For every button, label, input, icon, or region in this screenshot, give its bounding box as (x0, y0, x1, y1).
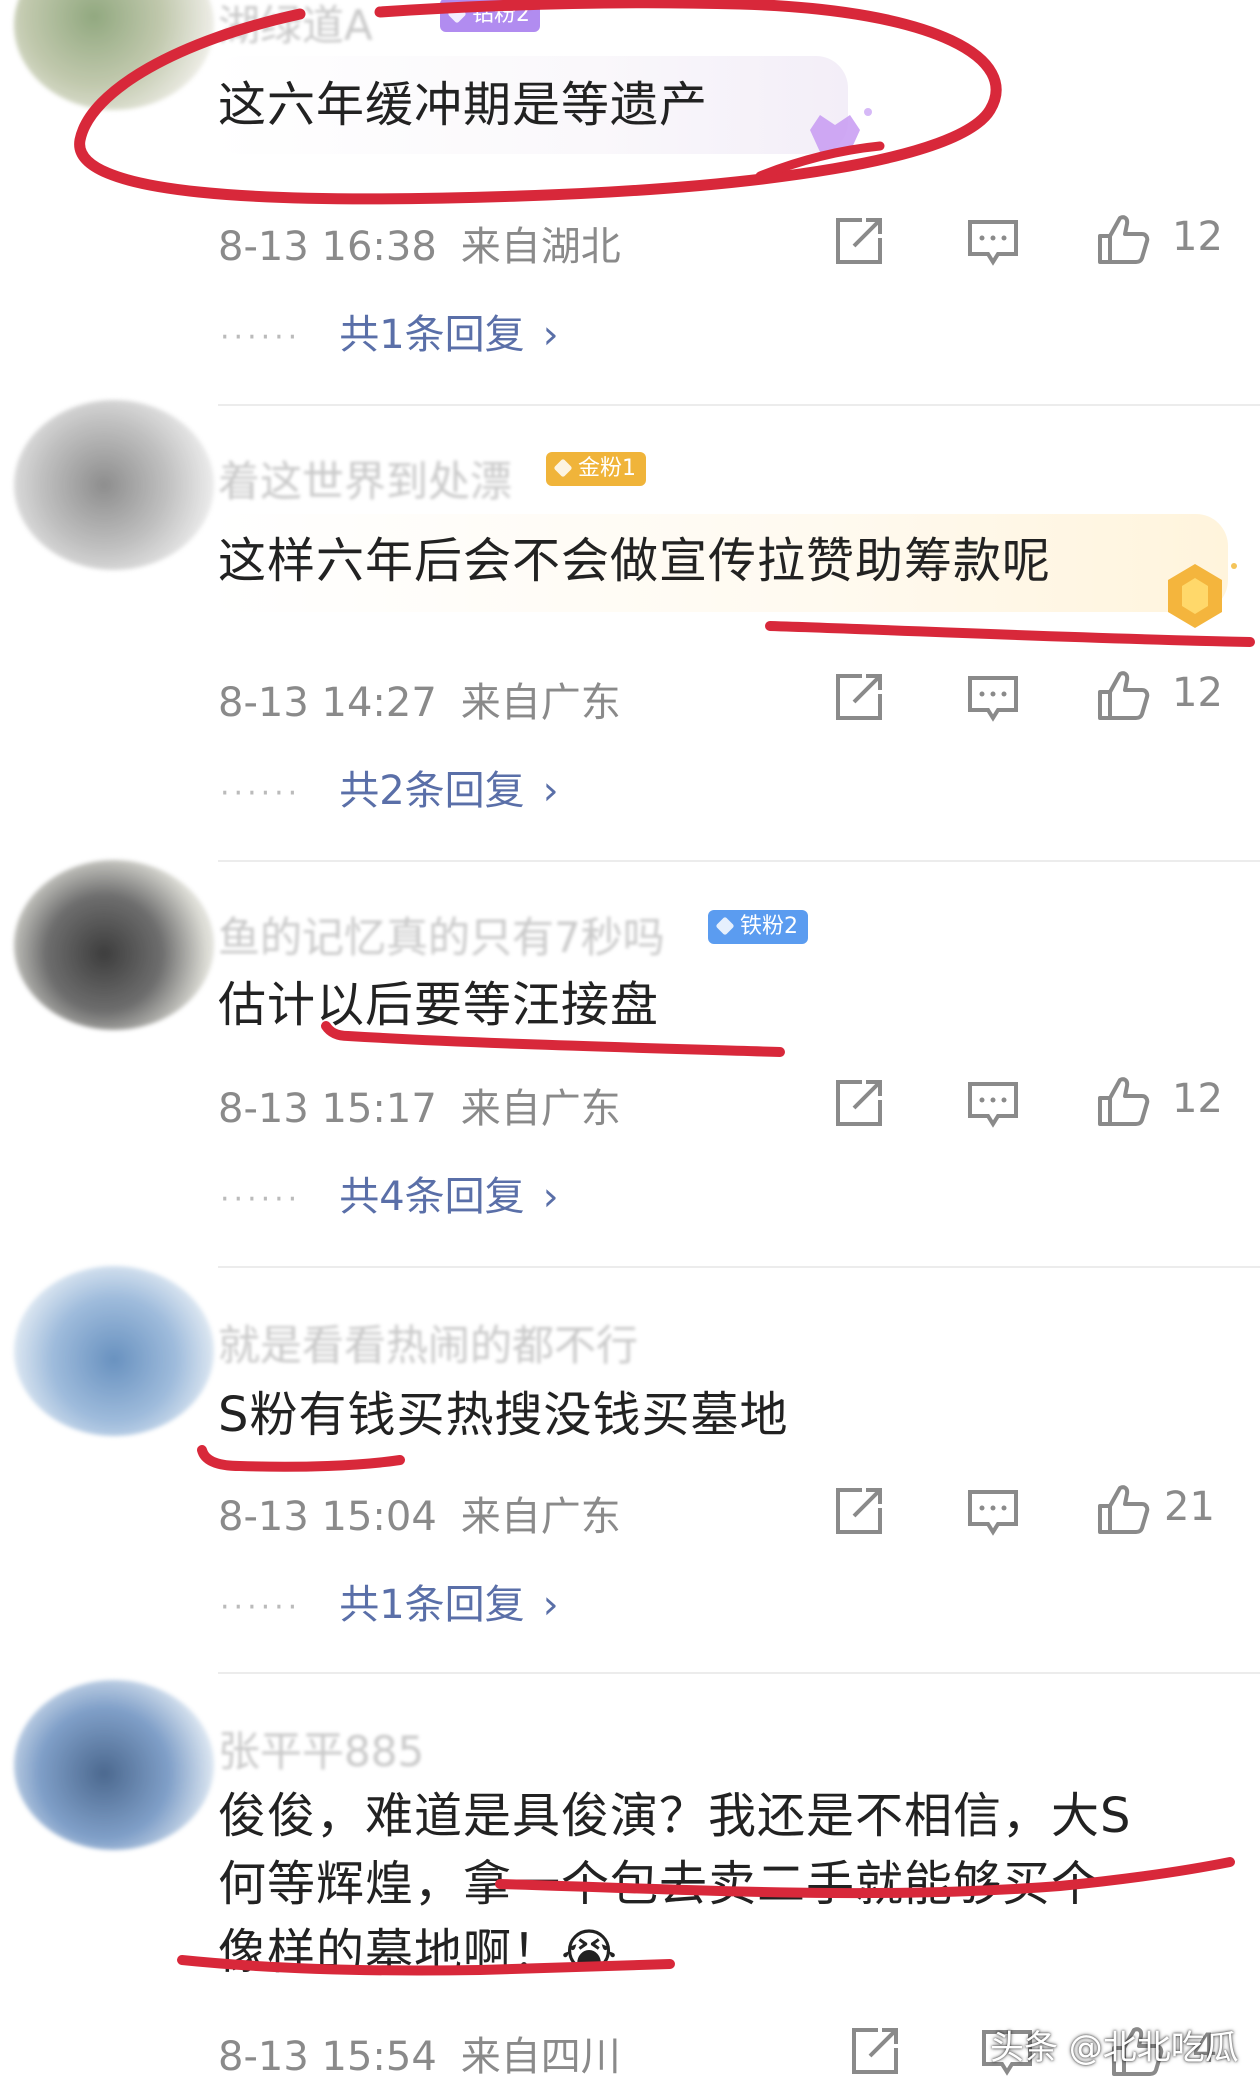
replies-count[interactable]: 共4条回复 (339, 1174, 524, 1220)
red-underline-annotation (197, 1445, 405, 1472)
comment-time: 8-13 16:38 (218, 224, 437, 270)
username[interactable]: 湖绿道A (218, 0, 373, 53)
thumbs-up-icon[interactable] (1096, 1482, 1150, 1536)
divider (218, 404, 1260, 406)
comment-time: 8-13 15:17 (218, 1086, 437, 1132)
chevron-right-icon: › (542, 312, 559, 358)
dots: ······ (220, 319, 302, 355)
replies-count[interactable]: 共1条回复 (339, 1582, 524, 1628)
thumbs-up-icon[interactable] (1096, 1074, 1150, 1128)
comment-meta: 8-13 16:38 来自湖北 (218, 214, 621, 272)
avatar[interactable] (14, 1680, 214, 1850)
avatar[interactable] (14, 860, 214, 1030)
comment-text: 估计以后要等汪接盘 (218, 977, 660, 1033)
comment-text: 这六年缓冲期是等遗产 (218, 77, 709, 133)
bubble-decoration-icon (810, 108, 872, 152)
comment-meta: 8-13 15:04 来自广东 (218, 1484, 621, 1542)
comment-location: 来自四川 (460, 2034, 621, 2080)
comment-location: 来自广东 (460, 1086, 621, 1132)
like-count: 21 (1164, 1484, 1215, 1530)
fan-badge-label: 钻粉2 (472, 2, 530, 27)
comment-time: 8-13 15:04 (218, 1494, 437, 1540)
replies-count[interactable]: 共1条回复 (339, 312, 524, 358)
comment-time: 8-13 14:27 (218, 680, 437, 726)
comment-location: 来自广东 (460, 1494, 621, 1540)
divider (218, 1266, 1260, 1268)
like-count: 12 (1172, 214, 1223, 260)
share-icon[interactable] (832, 214, 886, 268)
avatar[interactable] (14, 400, 214, 570)
gold-medal-icon (1168, 563, 1237, 628)
chevron-right-icon: › (542, 1174, 559, 1220)
comment-icon[interactable] (966, 1484, 1020, 1538)
diamond-icon (715, 916, 735, 936)
comment-text: 这样六年后会不会做宣传拉赞助筹款呢 (218, 533, 1052, 589)
comment-icon[interactable] (966, 670, 1020, 724)
like-count: 12 (1172, 670, 1223, 716)
replies-count[interactable]: 共2条回复 (339, 768, 524, 814)
comment-time: 8-13 15:54 (218, 2034, 437, 2080)
diamond-icon (447, 4, 467, 24)
comment-meta: 8-13 14:27 来自广东 (218, 670, 621, 728)
thumbs-up-icon[interactable] (1096, 212, 1150, 266)
dots: ······ (220, 1181, 302, 1217)
username[interactable]: 鱼的记忆真的只有7秒吗 (218, 904, 665, 965)
comment-location: 来自湖北 (460, 224, 621, 270)
watermark: 头条 @北北吃瓜 (990, 2028, 1239, 2068)
share-icon[interactable] (832, 1484, 886, 1538)
view-replies-link[interactable]: ······ 共1条回复 › (220, 302, 559, 360)
crown-icon (553, 458, 573, 478)
fan-badge-label: 金粉1 (578, 456, 636, 481)
comment-location: 来自广东 (460, 680, 621, 726)
fan-badge-label: 铁粉2 (740, 914, 798, 939)
view-replies-link[interactable]: ······ 共2条回复 › (220, 758, 559, 816)
fan-badge: 金粉1 (546, 452, 646, 486)
divider (218, 860, 1260, 862)
username[interactable]: 着这世界到处漂 (218, 448, 512, 509)
comment-meta: 8-13 15:17 来自广东 (218, 1076, 621, 1134)
dots: ······ (220, 1589, 302, 1625)
comment-text: S粉有钱买热搜没钱买墓地 (218, 1387, 789, 1443)
divider (218, 1672, 1260, 1674)
dots: ······ (220, 775, 302, 811)
share-icon[interactable] (832, 1076, 886, 1130)
fan-badge: 钻粉2 (440, 0, 540, 32)
username[interactable]: 张平平885 (218, 1718, 424, 1779)
chevron-right-icon: › (542, 1582, 559, 1628)
like-count: 12 (1172, 1076, 1223, 1122)
view-replies-link[interactable]: ······ 共1条回复 › (220, 1572, 559, 1630)
chevron-right-icon: › (542, 768, 559, 814)
comment-meta: 8-13 15:54 来自四川 (218, 2024, 621, 2082)
comment-icon[interactable] (966, 1076, 1020, 1130)
avatar[interactable] (14, 1266, 214, 1436)
username[interactable]: 就是看看热闹的都不行 (218, 1312, 638, 1373)
share-icon[interactable] (832, 670, 886, 724)
comment-text: 俊俊，难道是具俊演？我还是不相信，大S 何等辉煌，拿一个包去卖二手就能够买个 像… (218, 1788, 1132, 1980)
view-replies-link[interactable]: ······ 共4条回复 › (220, 1164, 559, 1222)
avatar[interactable] (14, 0, 214, 110)
thumbs-up-icon[interactable] (1096, 668, 1150, 722)
fan-badge: 铁粉2 (708, 910, 808, 944)
share-icon[interactable] (848, 2024, 902, 2078)
comment-icon[interactable] (966, 214, 1020, 268)
